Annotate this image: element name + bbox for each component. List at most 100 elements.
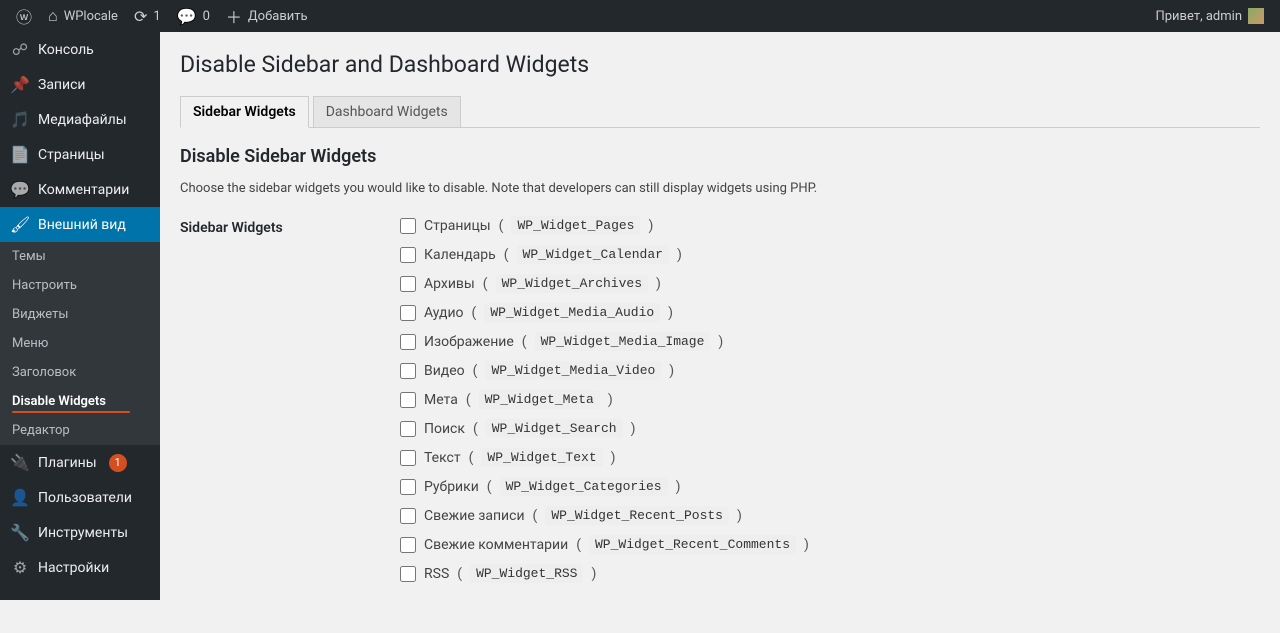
widget-name: RSS: [424, 566, 449, 582]
widget-row[interactable]: Текст ( WP_Widget_Text ): [400, 448, 1260, 467]
add-new-link[interactable]: ＋Добавить: [218, 0, 316, 32]
updates-count: 1: [153, 9, 160, 24]
sidebar-item-label: Внешний вид: [38, 217, 126, 233]
comment-icon: 💬: [10, 180, 30, 199]
section-heading: Disable Sidebar Widgets: [180, 146, 1260, 167]
widget-checkbox[interactable]: [400, 450, 416, 466]
submenu-item[interactable]: Виджеты: [0, 300, 160, 329]
submenu-item[interactable]: Редактор: [0, 416, 160, 445]
users-icon: 👤: [10, 488, 30, 507]
sidebar-item-label: Инструменты: [38, 525, 128, 541]
widget-code: WP_Widget_Calendar: [517, 245, 669, 264]
widget-row[interactable]: Мета ( WP_Widget_Meta ): [400, 390, 1260, 409]
widget-row[interactable]: RSS ( WP_Widget_RSS ): [400, 564, 1260, 583]
sidebar-item-comment[interactable]: 💬 Комментарии: [0, 172, 160, 207]
comments-link[interactable]: 💬0: [169, 0, 218, 32]
widget-checkbox[interactable]: [400, 479, 416, 495]
submenu-item[interactable]: Меню: [0, 329, 160, 358]
widget-row[interactable]: Аудио ( WP_Widget_Media_Audio ): [400, 303, 1260, 322]
plugin-icon: 🔌: [10, 453, 30, 472]
site-link[interactable]: ⌂WPlocale: [40, 0, 126, 32]
wordpress-icon: ⓦ: [16, 4, 32, 28]
widget-name: Текст: [424, 450, 461, 466]
sidebar-item-label: Комментарии: [38, 182, 129, 198]
widget-row[interactable]: Свежие записи ( WP_Widget_Recent_Posts ): [400, 506, 1260, 525]
widget-code: WP_Widget_Archives: [496, 274, 648, 293]
widget-row[interactable]: Календарь ( WP_Widget_Calendar ): [400, 245, 1260, 264]
widget-code: WP_Widget_Media_Audio: [484, 303, 660, 322]
widget-row[interactable]: Изображение ( WP_Widget_Media_Image ): [400, 332, 1260, 351]
sidebar-item-settings[interactable]: ⚙Настройки: [0, 550, 160, 585]
sidebar-item-tools[interactable]: 🔧Инструменты: [0, 515, 160, 550]
media-icon: 🎵: [10, 110, 30, 129]
submenu-item[interactable]: Заголовок: [0, 358, 160, 387]
wp-logo[interactable]: ⓦ: [8, 0, 40, 32]
widget-checkbox[interactable]: [400, 392, 416, 408]
sidebar-item-plugin[interactable]: 🔌Плагины1: [0, 445, 160, 480]
widget-checkbox[interactable]: [400, 508, 416, 524]
avatar: [1248, 8, 1264, 24]
sidebar-item-media[interactable]: 🎵 Медиафайлы: [0, 102, 160, 137]
widget-checklist: Страницы ( WP_Widget_Pages ) Календарь ( …: [400, 216, 1260, 593]
widget-name: Архивы: [424, 276, 475, 292]
appearance-icon: 🖌: [10, 215, 30, 234]
widget-name: Видео: [424, 363, 465, 379]
sidebar-item-page[interactable]: 📄Страницы: [0, 137, 160, 172]
widget-code: WP_Widget_Recent_Comments: [589, 535, 796, 554]
refresh-icon: ⟳: [134, 7, 147, 26]
form-row-label: Sidebar Widgets: [180, 216, 400, 236]
tab-dashboard-widgets[interactable]: Dashboard Widgets: [313, 96, 461, 127]
submenu-item[interactable]: Настроить: [0, 271, 160, 300]
widget-checkbox[interactable]: [400, 537, 416, 553]
widget-name: Календарь: [424, 247, 496, 263]
widget-row[interactable]: Поиск ( WP_Widget_Search ): [400, 419, 1260, 438]
updates-link[interactable]: ⟳1: [126, 0, 169, 32]
widget-code: WP_Widget_Pages: [511, 216, 640, 235]
widget-row[interactable]: Рубрики ( WP_Widget_Categories ): [400, 477, 1260, 496]
widget-row[interactable]: Свежие комментарии ( WP_Widget_Recent_Co…: [400, 535, 1260, 554]
widget-checkbox[interactable]: [400, 334, 416, 350]
account-link[interactable]: Привет, admin: [1147, 0, 1272, 32]
widget-code: WP_Widget_Search: [486, 419, 623, 438]
widget-name: Аудио: [424, 305, 464, 321]
comment-icon: 💬: [177, 7, 197, 26]
widget-checkbox[interactable]: [400, 305, 416, 321]
sidebar-item-appearance[interactable]: 🖌 Внешний вид: [0, 207, 160, 242]
sidebar-item-label: Медиафайлы: [38, 112, 127, 128]
widget-code: WP_Widget_Text: [481, 448, 602, 467]
widget-checkbox[interactable]: [400, 363, 416, 379]
appearance-submenu: ТемыНастроитьВиджетыМенюЗаголовокDisable…: [0, 242, 160, 445]
content-area: Disable Sidebar and Dashboard Widgets Si…: [160, 32, 1280, 633]
widget-row[interactable]: Архивы ( WP_Widget_Archives ): [400, 274, 1260, 293]
widget-checkbox[interactable]: [400, 566, 416, 582]
sidebar-item-pin[interactable]: 📌Записи: [0, 67, 160, 102]
greeting: Привет, admin: [1155, 9, 1242, 24]
tab-nav: Sidebar WidgetsDashboard Widgets: [180, 96, 1260, 128]
comments-count: 0: [203, 9, 210, 24]
submenu-item[interactable]: Темы: [0, 242, 160, 271]
widget-checkbox[interactable]: [400, 218, 416, 234]
sidebar-item-label: Настройки: [38, 560, 109, 576]
sidebar-item-label: Страницы: [38, 147, 105, 163]
admin-bar: ⓦ ⌂WPlocale ⟳1 💬0 ＋Добавить Привет, admi…: [0, 0, 1280, 32]
widget-checkbox[interactable]: [400, 247, 416, 263]
widget-row[interactable]: Видео ( WP_Widget_Media_Video ): [400, 361, 1260, 380]
home-icon: ⌂: [48, 6, 58, 26]
update-badge: 1: [109, 454, 127, 472]
add-new-label: Добавить: [248, 9, 308, 24]
tab-sidebar-widgets[interactable]: Sidebar Widgets: [180, 96, 309, 128]
widget-row[interactable]: Страницы ( WP_Widget_Pages ): [400, 216, 1260, 235]
widget-name: Поиск: [424, 421, 465, 437]
widget-name: Страницы: [424, 218, 491, 234]
widget-code: WP_Widget_Recent_Posts: [545, 506, 729, 525]
widget-checkbox[interactable]: [400, 276, 416, 292]
widget-code: WP_Widget_RSS: [470, 564, 583, 583]
submenu-item[interactable]: Disable Widgets: [0, 387, 160, 416]
widget-name: Рубрики: [424, 479, 479, 495]
sidebar-item-dashboard[interactable]: ☍Консоль: [0, 32, 160, 67]
page-title: Disable Sidebar and Dashboard Widgets: [180, 42, 1260, 82]
widget-checkbox[interactable]: [400, 421, 416, 437]
widget-name: Изображение: [424, 334, 514, 350]
sidebar-item-users[interactable]: 👤Пользователи: [0, 480, 160, 515]
widget-code: WP_Widget_Media_Image: [535, 332, 711, 351]
